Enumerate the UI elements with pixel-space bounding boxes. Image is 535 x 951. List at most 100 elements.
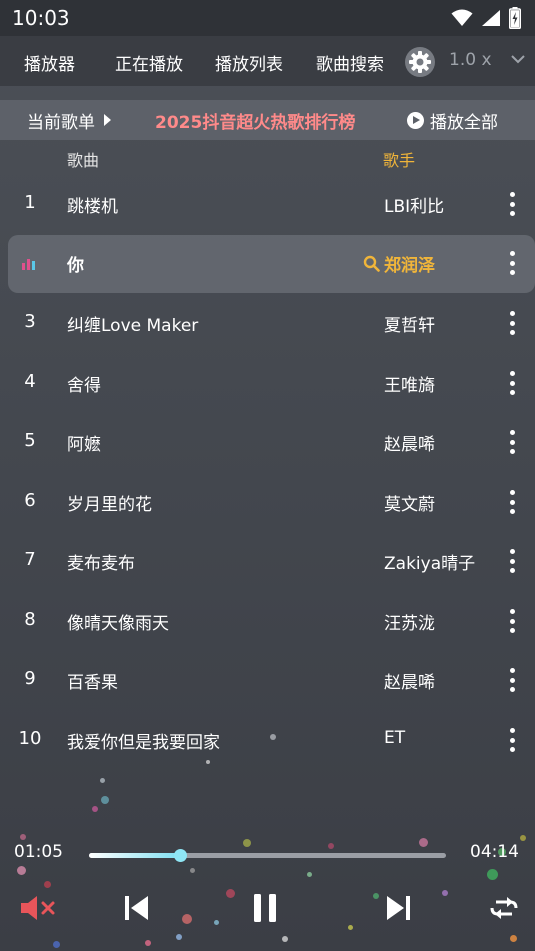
wifi-icon bbox=[451, 9, 473, 26]
tab-song-search[interactable]: 歌曲搜索 bbox=[316, 50, 384, 75]
speed-selector[interactable]: 1.0 x bbox=[449, 50, 492, 70]
top-nav: 播放器 正在播放 播放列表 歌曲搜索 1.0 x bbox=[0, 36, 535, 86]
more-vertical-icon[interactable] bbox=[504, 369, 520, 397]
particle bbox=[17, 866, 26, 875]
repeat-icon bbox=[490, 897, 518, 919]
more-dot bbox=[509, 568, 515, 573]
more-vertical-icon[interactable] bbox=[504, 309, 520, 337]
song-title: 我爱你但是我要回家 bbox=[67, 733, 220, 753]
pause-button[interactable] bbox=[245, 888, 285, 928]
current-playlist-label[interactable]: 当前歌单 bbox=[27, 108, 95, 133]
caret-right-icon bbox=[104, 114, 111, 126]
song-row[interactable]: 1 跳楼机 LBI利比 bbox=[0, 176, 535, 232]
song-number: 4 bbox=[24, 371, 36, 392]
particle bbox=[101, 796, 109, 804]
particle bbox=[243, 839, 251, 847]
skip-previous-icon bbox=[125, 896, 148, 920]
tab-now-playing[interactable]: 正在播放 bbox=[115, 50, 183, 75]
repeat-button[interactable] bbox=[484, 888, 524, 928]
more-dot bbox=[509, 677, 515, 683]
song-artist: ET bbox=[384, 728, 406, 748]
song-title: 舍得 bbox=[67, 376, 101, 396]
song-artist: LBI利比 bbox=[384, 197, 445, 217]
more-vertical-icon[interactable] bbox=[504, 190, 520, 218]
tab-player[interactable]: 播放器 bbox=[24, 50, 75, 75]
song-number: 10 bbox=[18, 728, 42, 749]
more-dot bbox=[509, 430, 515, 435]
song-artist-name: 郑润泽 bbox=[384, 256, 435, 276]
more-vertical-icon[interactable] bbox=[504, 249, 520, 277]
more-dot bbox=[509, 618, 515, 624]
song-row[interactable]: 4 舍得 王唯旖 bbox=[0, 355, 535, 411]
more-vertical-icon[interactable] bbox=[504, 428, 520, 456]
particle bbox=[206, 760, 210, 764]
particle bbox=[100, 778, 105, 783]
song-row[interactable]: 7 麦布麦布 Zakiya晴子 bbox=[0, 533, 535, 589]
more-dot bbox=[509, 558, 515, 564]
more-vertical-icon[interactable] bbox=[504, 488, 520, 516]
song-number: 7 bbox=[24, 549, 36, 570]
chevron-down-icon[interactable] bbox=[511, 54, 525, 64]
song-artist: 王唯旖 bbox=[384, 376, 435, 396]
song-row[interactable]: 5 阿嬷 赵晨唏 bbox=[0, 414, 535, 470]
playlist-bar: 当前歌单 2025抖音超火热歌排行榜 播放全部 bbox=[0, 100, 535, 140]
skip-next-icon bbox=[387, 896, 410, 920]
previous-button[interactable] bbox=[116, 888, 156, 928]
particle bbox=[419, 838, 428, 847]
mute-button[interactable] bbox=[16, 888, 60, 928]
particle bbox=[214, 920, 219, 925]
more-dot bbox=[509, 192, 515, 197]
tab-playlist[interactable]: 播放列表 bbox=[215, 50, 283, 75]
particle bbox=[328, 843, 334, 849]
more-vertical-icon[interactable] bbox=[504, 666, 520, 694]
more-dot bbox=[509, 747, 515, 752]
song-row[interactable]: 10 我爱你但是我要回家 ET bbox=[0, 712, 535, 768]
gear-icon[interactable] bbox=[404, 46, 436, 78]
more-dot bbox=[509, 490, 515, 495]
more-dot bbox=[509, 211, 515, 216]
more-dot bbox=[509, 609, 515, 614]
more-dot bbox=[509, 201, 515, 207]
song-artist[interactable]: 郑润泽 bbox=[363, 251, 435, 276]
song-title: 纠缠Love Maker bbox=[67, 316, 199, 336]
song-title: 阿嬷 bbox=[67, 435, 101, 455]
progress-bar[interactable] bbox=[89, 849, 446, 862]
particle bbox=[348, 925, 353, 930]
song-row[interactable]: 3 纠缠Love Maker 夏哲轩 bbox=[0, 295, 535, 351]
progress-fill bbox=[89, 853, 181, 858]
status-time: 10:03 bbox=[12, 6, 70, 30]
song-row[interactable]: 8 像晴天像雨天 汪苏泷 bbox=[0, 593, 535, 649]
more-dot bbox=[509, 251, 515, 256]
progress-handle[interactable] bbox=[174, 849, 188, 862]
particle bbox=[520, 835, 526, 841]
next-button[interactable] bbox=[379, 888, 419, 928]
total-time: 04:14 bbox=[470, 842, 519, 862]
more-vertical-icon[interactable] bbox=[504, 726, 520, 754]
more-dot bbox=[509, 330, 515, 335]
song-title: 岁月里的花 bbox=[67, 495, 152, 515]
song-row[interactable]: 你 郑润泽 bbox=[8, 235, 535, 293]
more-dot bbox=[509, 549, 515, 554]
song-number: 8 bbox=[24, 609, 36, 630]
song-number: 6 bbox=[24, 490, 36, 511]
particle bbox=[176, 934, 182, 940]
pause-icon bbox=[254, 894, 276, 922]
equalizer-icon bbox=[22, 258, 38, 270]
song-number: 1 bbox=[24, 192, 36, 213]
song-title: 麦布麦布 bbox=[67, 554, 135, 574]
song-row[interactable]: 9 百香果 赵晨唏 bbox=[0, 652, 535, 708]
more-dot bbox=[509, 737, 515, 743]
more-dot bbox=[509, 499, 515, 505]
more-dot bbox=[509, 668, 515, 673]
more-vertical-icon[interactable] bbox=[504, 607, 520, 635]
song-row[interactable]: 6 岁月里的花 莫文蔚 bbox=[0, 474, 535, 530]
play-all-button[interactable]: 播放全部 bbox=[407, 108, 498, 133]
more-dot bbox=[509, 371, 515, 376]
particle bbox=[190, 868, 195, 873]
more-dot bbox=[509, 449, 515, 454]
particle bbox=[487, 869, 498, 880]
more-vertical-icon[interactable] bbox=[504, 547, 520, 575]
status-icons bbox=[451, 7, 521, 29]
particle bbox=[307, 872, 312, 877]
playlist-title: 2025抖音超火热歌排行榜 bbox=[155, 113, 356, 133]
